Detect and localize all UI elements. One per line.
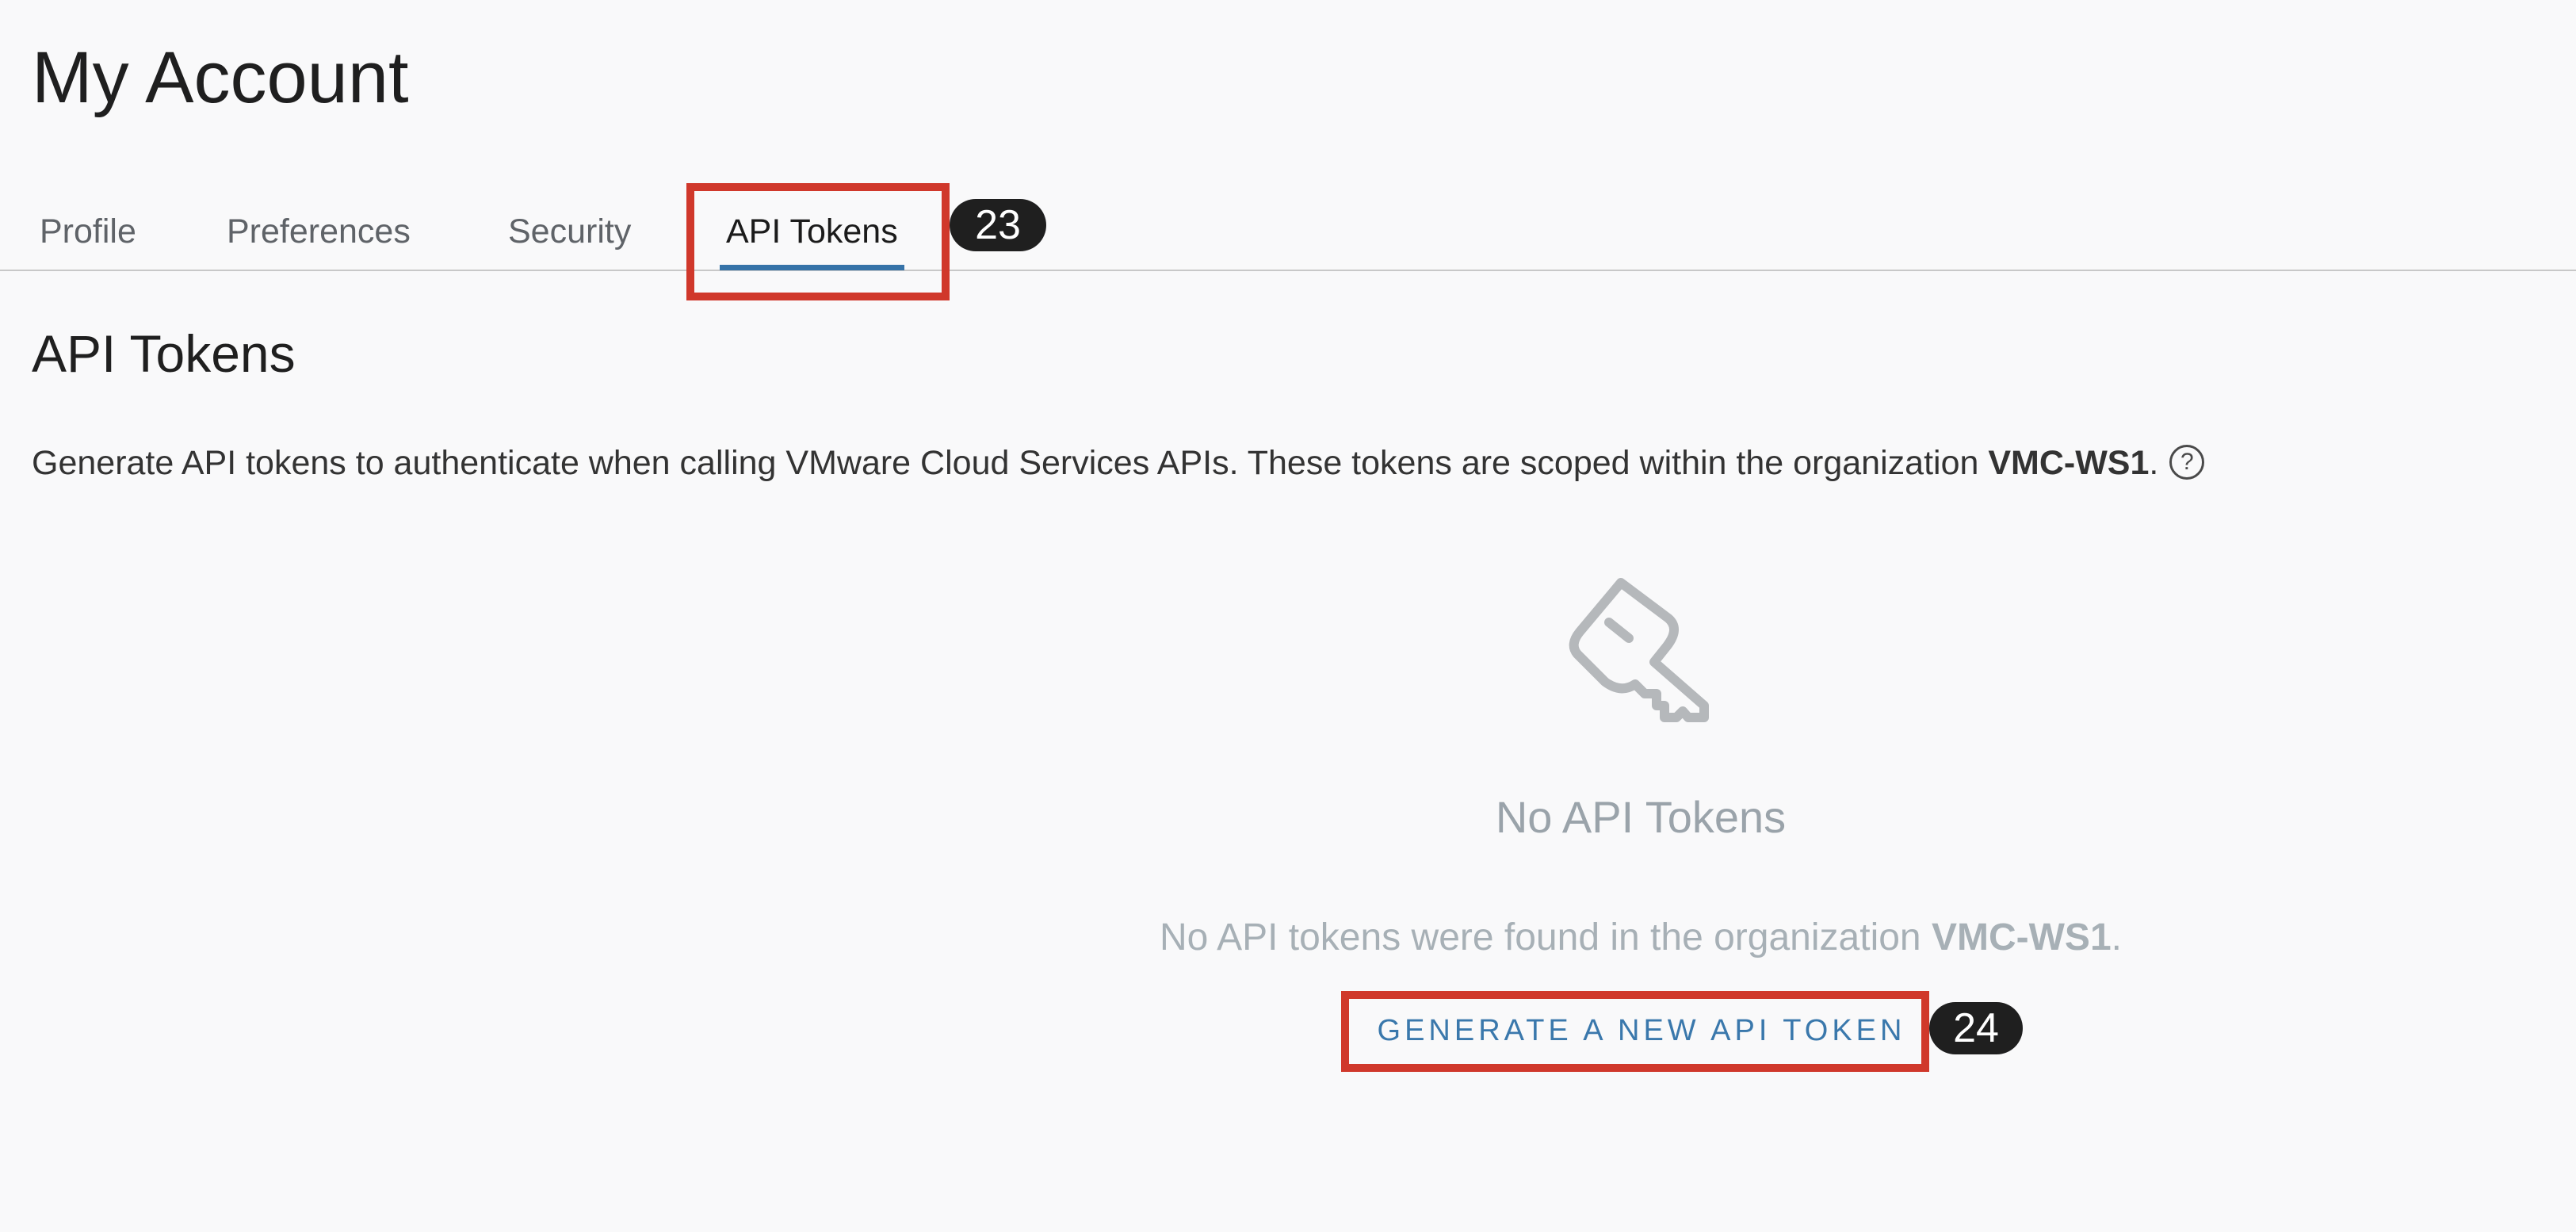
annotation-badge-23: 23 (950, 199, 1046, 251)
section-title: API Tokens (32, 324, 296, 383)
active-tab-indicator (720, 265, 904, 270)
empty-state-message: No API tokens were found in the organiza… (848, 916, 2433, 959)
empty-message-period: . (2111, 916, 2122, 958)
section-description: Generate API tokens to authenticate when… (32, 444, 2205, 483)
tab-preferences[interactable]: Preferences (227, 212, 411, 251)
generate-api-token-button[interactable]: GENERATE A NEW API TOKEN (1357, 1007, 1926, 1054)
description-period: . (2149, 444, 2159, 482)
question-circle-icon[interactable]: ? (2169, 444, 2205, 480)
empty-message-text: No API tokens were found in the organiza… (1160, 916, 1932, 958)
empty-organization-name: VMC-WS1 (1931, 916, 2112, 958)
description-text: Generate API tokens to authenticate when… (32, 444, 1989, 482)
tab-profile[interactable]: Profile (40, 212, 136, 251)
tab-bar: Profile Preferences Security API Tokens (0, 182, 2576, 271)
annotation-badge-24: 24 (1929, 1002, 2023, 1054)
organization-name: VMC-WS1 (1988, 444, 2150, 482)
empty-state-title: No API Tokens (1495, 792, 1787, 842)
tab-api-tokens[interactable]: API Tokens (720, 212, 904, 270)
tab-api-tokens-label: API Tokens (726, 212, 898, 251)
page-title: My Account (32, 37, 409, 118)
tab-security[interactable]: Security (508, 212, 631, 251)
key-icon (1569, 578, 1709, 722)
